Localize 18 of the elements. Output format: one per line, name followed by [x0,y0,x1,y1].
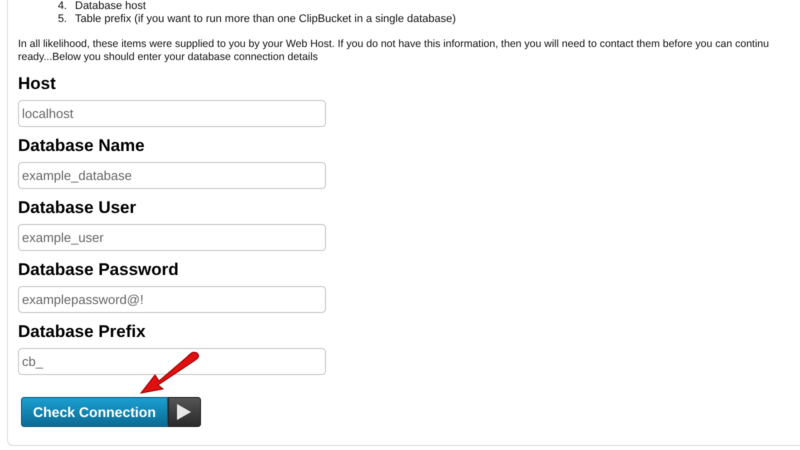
list-number: 4. [56,0,67,13]
field-label: Database Prefix [18,322,146,342]
input-field[interactable]: example_user [18,224,326,251]
input-field[interactable]: localhost [18,100,326,127]
field-label: Database Name [18,136,145,156]
play-icon[interactable] [168,397,201,427]
intro-text: In all likelihood, these items were supplied to you by your Web Host. If you do not have this information, then you will need to contact them before you can continu [18,38,769,51]
input-field[interactable]: example_database [18,162,326,189]
list-number: 5. [56,13,67,26]
intro-text: ready...Below you should enter your database connection details [18,51,318,64]
list-item-text: Database host [75,0,146,13]
field-label: Database User [18,198,136,218]
field-label: Database Password [18,260,179,280]
input-field[interactable]: cb_ [18,348,326,375]
input-field[interactable]: examplepassword@! [18,286,326,313]
check-connection-button[interactable]: Check Connection [21,397,168,427]
field-label: Host [18,74,56,94]
list-item-text: Table prefix (if you want to run more than one ClipBucket in a single database) [75,13,456,26]
